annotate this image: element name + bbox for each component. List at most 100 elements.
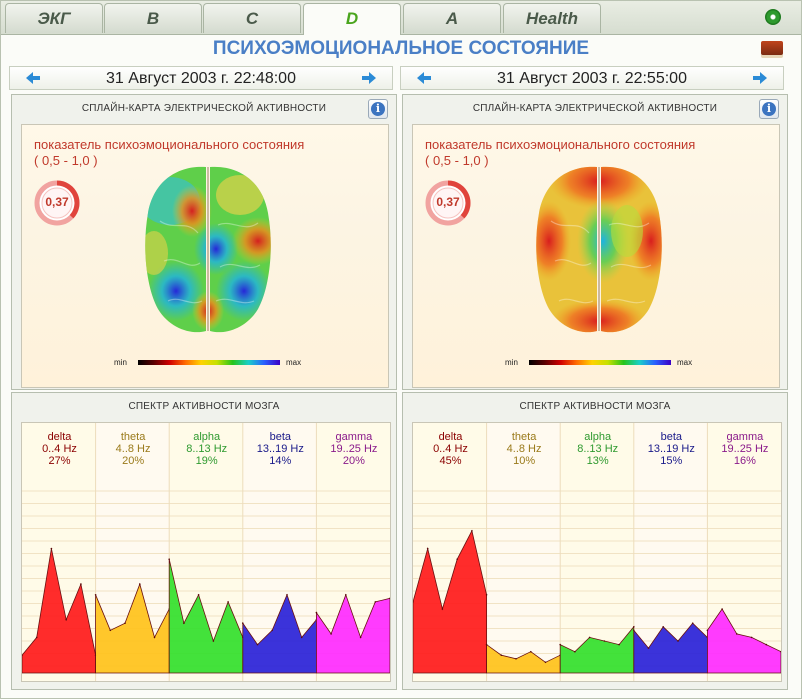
band-range: 13..19 Hz <box>647 443 695 455</box>
spectrum-point <box>633 629 635 632</box>
spectrum-point <box>574 650 576 653</box>
band-percent: 20% <box>122 455 145 467</box>
band-alpha: alpha 8..13 Hz 19% <box>169 431 244 467</box>
spline-map: показатель психоэмоционального состояния… <box>21 124 389 388</box>
app-window: ЭКГ B C D A Health ПСИХОЭМОЦИОНАЛЬНОЕ СО… <box>0 0 802 699</box>
spectrum-band-area <box>486 643 561 674</box>
band-percent: 19% <box>195 455 218 467</box>
spectrum-band-area <box>316 593 390 674</box>
spectrum-point <box>677 640 679 642</box>
band-percent: 20% <box>342 455 365 467</box>
band-percent: 27% <box>48 455 71 467</box>
spectrum-point <box>300 636 303 639</box>
spectrum-band-area <box>95 582 170 674</box>
date-navigator-left: 31 Август 2003 г. 22:48:00 <box>9 66 393 90</box>
spectrum-point <box>139 583 141 585</box>
spectrum-point <box>50 547 53 550</box>
brain-activity-map <box>536 166 662 333</box>
tab-health[interactable]: Health <box>503 3 601 33</box>
info-icon: i <box>762 102 776 116</box>
band-name: alpha <box>584 431 612 443</box>
spline-map-panel: СПЛАЙН-КАРТА ЭЛЕКТРИЧЕСКОЙ АКТИВНОСТИ i … <box>11 94 397 390</box>
spline-map-panel: СПЛАЙН-КАРТА ЭЛЕКТРИЧЕСКОЙ АКТИВНОСТИ i … <box>402 94 788 390</box>
spectrum-point <box>183 622 185 624</box>
tab-d[interactable]: D <box>303 3 401 35</box>
info-button[interactable]: i <box>368 99 388 119</box>
tab-b[interactable]: B <box>104 3 202 33</box>
next-arrow-icon[interactable] <box>753 72 767 84</box>
session-date: 31 Август 2003 г. 22:48:00 <box>106 70 296 87</box>
spectrum-point <box>750 636 753 639</box>
band-name: beta <box>660 431 682 443</box>
spectrum-point <box>618 643 620 646</box>
tab-c[interactable]: C <box>203 3 301 33</box>
spectrum-point <box>153 636 156 639</box>
spectrum-band-area <box>413 529 487 674</box>
spectrum-point <box>168 558 170 560</box>
spectrum-point <box>212 640 215 642</box>
spectrum-point <box>515 658 517 660</box>
color-scale: min max <box>114 358 302 367</box>
tab-a[interactable]: A <box>403 3 501 33</box>
spectrum-chart: delta 0..4 Hz 27% theta 4..8 Hz 20% alpha 8..13… <box>21 422 391 682</box>
indicator-value: 0,37 <box>436 195 460 209</box>
band-range: 4..8 Hz <box>115 443 151 455</box>
spectrum-point <box>500 654 503 656</box>
band-delta: delta 0..4 Hz 45% <box>413 431 488 467</box>
spectrum-point <box>471 530 473 532</box>
band-percent: 14% <box>269 455 292 467</box>
session-date: 31 Август 2003 г. 22:55:00 <box>497 70 687 87</box>
band-delta: delta 0..4 Hz 27% <box>22 431 97 467</box>
band-percent: 10% <box>513 455 536 467</box>
band-name: beta <box>269 431 291 443</box>
spline-map: показатель психоэмоционального состояния… <box>412 124 780 388</box>
spectrum-point <box>227 601 229 603</box>
spectrum-point <box>271 629 273 632</box>
info-icon: i <box>371 102 385 116</box>
spectrum-band-area <box>633 622 708 674</box>
spectrum-point <box>721 608 723 610</box>
spectrum-point <box>559 643 561 646</box>
band-name: theta <box>511 431 537 443</box>
panel-title: СПЛАЙН-КАРТА ЭЛЕКТРИЧЕСКОЙ АКТИВНОСТИ <box>81 103 327 114</box>
band-range: 19..25 Hz <box>721 443 769 455</box>
band-legend: delta 0..4 Hz 27% theta 4..8 Hz 20% alpha 8..13… <box>22 431 390 485</box>
spectrum-point <box>588 636 591 639</box>
band-range: 19..25 Hz <box>330 443 378 455</box>
spectrum-point <box>426 547 429 550</box>
spectrum-point <box>109 629 112 632</box>
band-percent: 16% <box>733 455 756 467</box>
band-range: 0..4 Hz <box>42 443 77 455</box>
next-arrow-icon[interactable] <box>362 72 376 84</box>
band-range: 8..13 Hz <box>577 443 619 455</box>
band-beta: beta 13..19 Hz 15% <box>634 431 709 467</box>
spectrum-point <box>80 583 82 585</box>
band-percent: 13% <box>586 455 609 467</box>
tab-bar: ЭКГ B C D A Health <box>1 1 801 35</box>
book-icon[interactable] <box>761 41 783 55</box>
band-legend: delta 0..4 Hz 45% theta 4..8 Hz 10% alpha 8..13… <box>413 431 781 485</box>
spectrum-point <box>359 636 362 639</box>
band-range: 8..13 Hz <box>186 443 228 455</box>
spectrum-point <box>65 618 67 621</box>
settings-gear-icon[interactable] <box>765 9 781 25</box>
tab-ekg[interactable]: ЭКГ <box>5 3 103 33</box>
spectrum-point <box>242 622 244 624</box>
spectrum-band-area <box>707 608 781 674</box>
info-button[interactable]: i <box>759 99 779 119</box>
spectrum-point <box>603 640 606 642</box>
band-range: 4..8 Hz <box>506 443 542 455</box>
spectrum-point <box>35 636 38 639</box>
page-title: ПСИХОЭМОЦИОНАЛЬНОЕ СОСТОЯНИЕ <box>1 35 801 63</box>
spectrum-point <box>330 633 332 635</box>
spectrum-band-area <box>168 559 244 674</box>
spectrum-band-area <box>22 548 96 674</box>
band-name: gamma <box>726 431 764 443</box>
band-percent: 45% <box>439 455 462 467</box>
spectrum-point <box>197 594 200 596</box>
brain-activity-map <box>145 166 271 333</box>
spectrum-point <box>124 622 126 624</box>
panel-title: СПЕКТР АКТИВНОСТИ МОЗГА <box>128 401 280 412</box>
spectrum-band-area <box>242 593 317 674</box>
band-name: theta <box>120 431 146 443</box>
